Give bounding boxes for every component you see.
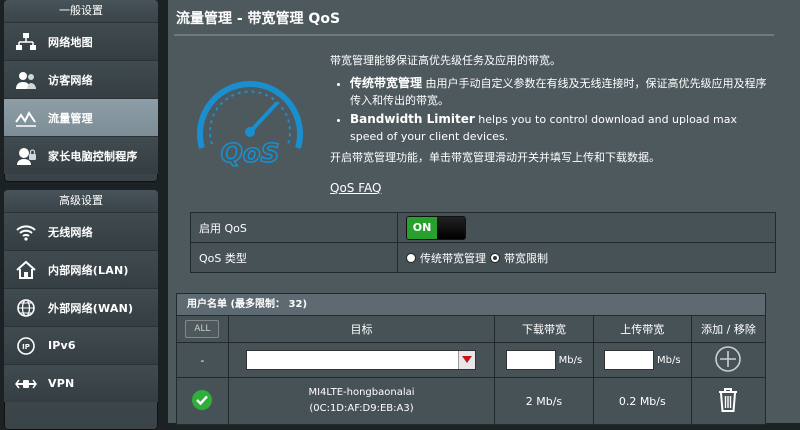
upload-bandwidth-input[interactable] (604, 350, 654, 370)
traffic-manager-icon (14, 106, 38, 130)
sidebar-item-label: 家长电脑控制程序 (48, 149, 138, 163)
upload-limit-value: 0.2 Mb/s (592, 377, 692, 425)
main-content: 流量管理 - 带宽管理 QoS QoS 带宽管理能够保证高优先级任务及应用的带宽… (168, 0, 800, 425)
device-name: MI4LTE-hongbaonalai (308, 387, 415, 398)
sidebar-item-label: 外部网络(WAN) (48, 301, 134, 315)
advanced-settings-title: 高级设置 (4, 190, 158, 212)
sidebar-item-label: 访客网络 (48, 73, 93, 87)
sidebar-item-guest-network[interactable]: 访客网络 (4, 60, 158, 98)
qos-description: 带宽管理能够保证高优先级任务及应用的带宽。 传统带宽管理 由用户手动自定义参数在… (330, 52, 770, 166)
vpn-icon (14, 372, 38, 396)
bullet-traditional-qos: 传统带宽管理 由用户手动自定义参数在有线及无线连接时，保证高优先级应用及程序传入… (350, 75, 770, 109)
plus-circle-icon (715, 345, 742, 372)
sidebar-item-label: 内部网络(LAN) (48, 263, 129, 277)
qos-type-options: 传统带宽管理 带宽限制 (406, 250, 767, 266)
sidebar-item-label: 网络地图 (48, 35, 93, 49)
remove-rule-button[interactable] (717, 387, 739, 416)
user-list-header: 用户名单 (最多限制： 32) (176, 293, 766, 316)
sidebar: 一般设置 网络地图 访客网络 流量管理 家长电脑控制程序 高级设置 无线网络 内… (0, 0, 162, 430)
upload-unit: Mb/s (657, 354, 681, 366)
svg-text:IP: IP (22, 343, 30, 351)
network-map-icon (14, 30, 38, 54)
input-row-index: - (176, 342, 229, 378)
column-add-remove: 添加 / 移除 (690, 315, 767, 343)
parental-control-icon (14, 144, 38, 168)
column-download: 下载带宽 (494, 315, 594, 343)
wan-icon (14, 296, 38, 320)
sidebar-item-lan[interactable]: 内部网络(LAN) (4, 250, 158, 288)
qos-logo-icon: QoS (190, 70, 310, 170)
download-bandwidth-input[interactable] (505, 350, 556, 370)
target-device-value (247, 351, 458, 369)
radio-label-bandwidth-limiter: 带宽限制 (504, 251, 548, 265)
user-list-table: ALL 目标 下载带宽 上传带宽 添加 / 移除 - Mb/s Mb/s MI4… (176, 315, 767, 425)
sidebar-item-traffic-manager[interactable]: 流量管理 (4, 98, 158, 136)
ipv6-icon: IP (14, 334, 38, 358)
qos-instruction: 开启带宽管理功能，单击带宽管理滑动开关并填写上传和下载数据。 (330, 151, 660, 164)
column-upload: 上传带宽 (592, 315, 692, 343)
sidebar-item-parental-control[interactable]: 家长电脑控制程序 (4, 136, 158, 174)
device-mac: (0C:1D:AF:D9:EB:A3) (309, 403, 414, 414)
radio-bandwidth-limiter[interactable] (490, 252, 500, 263)
qos-intro: 带宽管理能够保证高优先级任务及应用的带宽。 (330, 54, 561, 67)
qos-toggle-switch[interactable]: ON (406, 215, 466, 240)
sidebar-item-ipv6[interactable]: IP IPv6 (4, 326, 158, 364)
target-device-select[interactable] (246, 350, 477, 370)
sidebar-item-wireless[interactable]: 无线网络 (4, 212, 158, 250)
sidebar-item-network-map[interactable]: 网络地图 (4, 22, 158, 60)
download-unit: Mb/s (558, 354, 583, 366)
qos-faq-link[interactable]: QoS FAQ (330, 181, 381, 195)
lan-icon (14, 258, 38, 282)
general-settings-group: 一般设置 网络地图 访客网络 流量管理 家长电脑控制程序 (4, 0, 158, 182)
general-settings-title: 一般设置 (4, 0, 158, 22)
wireless-icon (14, 220, 38, 244)
sidebar-item-label: IPv6 (48, 339, 76, 352)
all-button[interactable]: ALL (185, 320, 220, 338)
trash-icon (719, 387, 738, 412)
qos-logo-text: QoS (221, 139, 280, 169)
bullet-bandwidth-limiter: Bandwidth Limiter helps you to control d… (350, 111, 770, 145)
guest-network-icon (14, 68, 38, 92)
toggle-on-label: ON (407, 216, 437, 239)
advanced-settings-group: 高级设置 无线网络 内部网络(LAN) 外部网络(WAN) IP IPv6 VP… (4, 190, 158, 430)
table-row: MI4LTE-hongbaonalai (0C:1D:AF:D9:EB:A3) … (176, 377, 767, 425)
enabled-check-icon[interactable] (191, 389, 213, 411)
toggle-knob[interactable] (437, 216, 465, 239)
dropdown-arrow-icon[interactable] (458, 351, 476, 369)
radio-traditional-qos[interactable] (406, 252, 416, 263)
page-title: 流量管理 - 带宽管理 QoS (176, 11, 341, 27)
sidebar-item-label: 无线网络 (48, 225, 93, 239)
qos-settings-table: 启用 QoS ON QoS 类型 传统带宽管理 带宽限制 (190, 212, 776, 273)
enable-qos-label: 启用 QoS (190, 212, 398, 243)
sidebar-item-wan[interactable]: 外部网络(WAN) (4, 288, 158, 326)
radio-label-traditional-qos: 传统带宽管理 (420, 251, 486, 265)
sidebar-item-label: 流量管理 (48, 111, 93, 125)
column-target: 目标 (227, 315, 496, 343)
download-limit-value: 2 Mb/s (494, 377, 594, 425)
title-divider (174, 34, 774, 36)
add-rule-button[interactable] (714, 345, 742, 376)
sidebar-item-label: VPN (48, 377, 75, 390)
sidebar-item-vpn[interactable]: VPN (4, 364, 158, 402)
qos-type-label: QoS 类型 (190, 242, 398, 273)
